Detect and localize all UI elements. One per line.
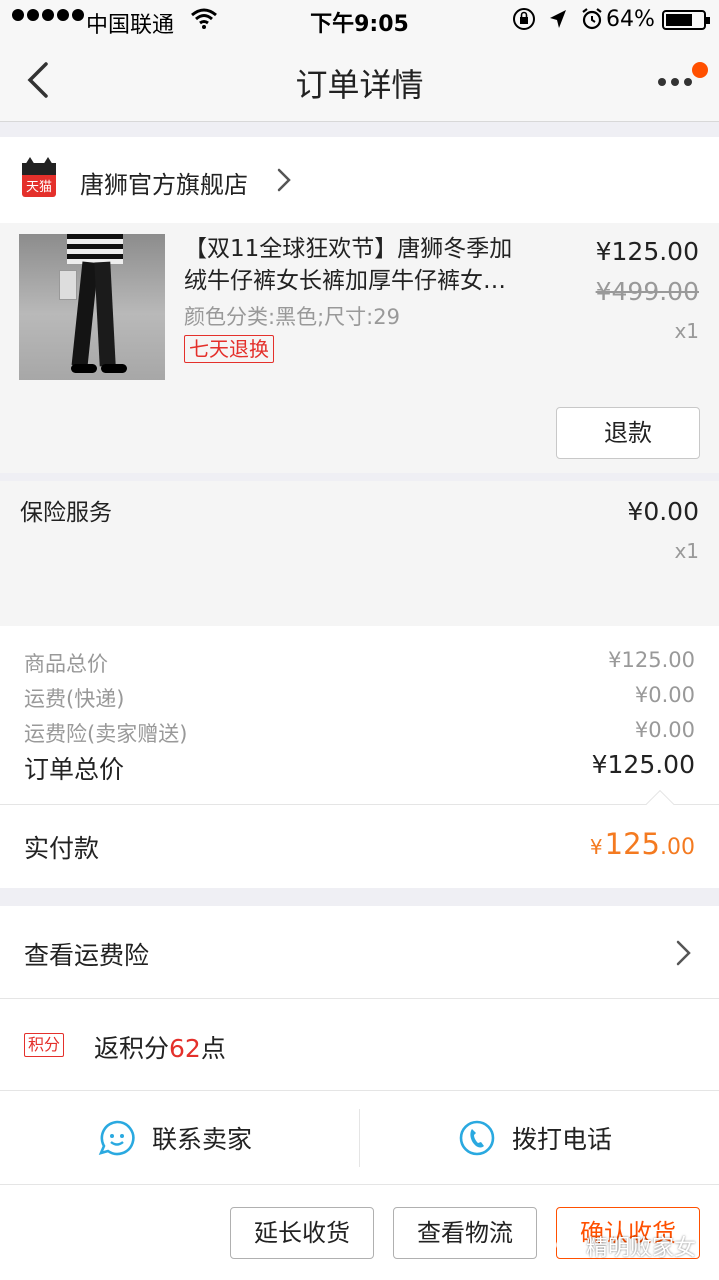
chevron-right-icon xyxy=(676,940,691,966)
return-policy-tag: 七天退换 xyxy=(184,335,274,363)
actual-payment-amount: ¥125.00 xyxy=(589,827,695,861)
view-freight-insurance-row[interactable]: 查看运费险 xyxy=(0,906,719,998)
contact-seller-label: 联系卖家 xyxy=(152,1125,253,1154)
product-title: 【双11全球狂欢节】唐狮冬季加 绒牛仔裤女长裤加厚牛仔裤女… xyxy=(184,236,513,294)
product-thumbnail[interactable] xyxy=(19,234,165,380)
summary-row-shipping-insurance: 运费险(卖家赠送) ¥0.00 xyxy=(24,718,695,746)
watermark-text: 精明败家女 xyxy=(586,1236,697,1261)
battery-icon xyxy=(662,10,710,30)
status-bar: 中国联通 下午9:05 64% xyxy=(0,0,719,40)
phone-icon xyxy=(459,1120,495,1156)
view-freight-insurance-label: 查看运费险 xyxy=(24,941,150,970)
extend-receipt-button[interactable]: 延长收货 xyxy=(230,1207,374,1259)
insurance-label: 保险服务 xyxy=(20,500,112,526)
price-summary: 商品总价 ¥125.00 运费(快递) ¥0.00 运费险(卖家赠送) ¥0.00 订… xyxy=(0,626,719,804)
alarm-icon xyxy=(582,8,602,30)
contact-bar: 联系卖家 拨打电话 xyxy=(0,1090,719,1184)
order-item[interactable]: 【双11全球狂欢节】唐狮冬季加 绒牛仔裤女长裤加厚牛仔裤女… 颜色分类:黑色;尺… xyxy=(0,223,719,473)
insurance-price: ¥0.00 xyxy=(627,497,699,526)
rotation-lock-icon xyxy=(513,8,535,30)
contact-seller-button[interactable]: 联系卖家 xyxy=(98,1091,252,1185)
actual-payment-row: 实付款 ¥125.00 xyxy=(0,789,719,888)
call-phone-button[interactable]: 拨打电话 xyxy=(458,1091,612,1185)
summary-row-goods-total: 商品总价 ¥125.00 xyxy=(24,648,695,676)
notification-badge xyxy=(692,62,708,78)
tmall-logo-icon: 天猫 xyxy=(22,157,56,197)
view-logistics-button[interactable]: 查看物流 xyxy=(393,1207,537,1259)
more-dots-icon[interactable] xyxy=(656,60,708,100)
actual-payment-label: 实付款 xyxy=(24,834,100,863)
product-original-price: ¥499.00 xyxy=(595,277,699,306)
insurance-service-row: 保险服务 ¥0.00 x1 xyxy=(0,481,719,626)
product-price: ¥125.00 xyxy=(595,237,699,266)
points-badge: 积分 xyxy=(24,1033,65,1057)
insurance-quantity: x1 xyxy=(674,539,699,563)
shop-name: 唐狮官方旗舰店 xyxy=(80,171,248,199)
shop-row[interactable]: 天猫 唐狮官方旗舰店 xyxy=(0,137,719,223)
battery-percent: 64% xyxy=(606,7,655,32)
page-title: 订单详情 xyxy=(295,66,424,104)
chevron-right-icon xyxy=(277,168,291,192)
wechat-icon xyxy=(556,1237,581,1255)
points-row: 积分 返积分62点 xyxy=(0,998,719,1090)
refund-button[interactable]: 退款 xyxy=(556,407,700,459)
call-phone-label: 拨打电话 xyxy=(512,1125,613,1154)
summary-row-shipping: 运费(快递) ¥0.00 xyxy=(24,683,695,711)
navigation-bar: 订单详情 xyxy=(0,40,719,122)
product-quantity: x1 xyxy=(674,319,699,343)
product-spec: 颜色分类:黑色;尺寸:29 xyxy=(184,305,400,329)
chat-bubble-icon xyxy=(98,1120,135,1156)
watermark: 精明败家女 xyxy=(556,1230,696,1262)
points-text: 返积分62点 xyxy=(94,1034,226,1063)
summary-row-order-total: 订单总价 ¥125.00 xyxy=(24,750,695,784)
location-icon xyxy=(550,10,566,28)
